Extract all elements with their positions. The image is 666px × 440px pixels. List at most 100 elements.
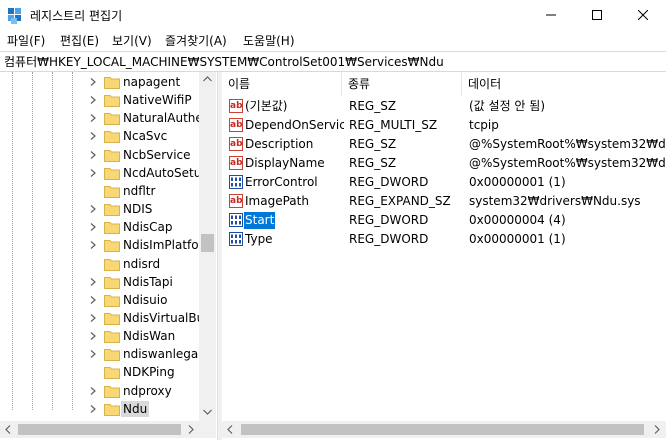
values-horizontal-scrollbar[interactable]	[222, 421, 666, 438]
column-header-name[interactable]: 이름	[222, 72, 342, 96]
menu-help[interactable]: 도움말(H)	[243, 33, 295, 49]
tree-item[interactable]: NdisCap	[88, 218, 213, 236]
tree-item[interactable]: NativeWifiP	[88, 91, 213, 109]
value-name: Start	[244, 212, 276, 229]
chevron-right-icon[interactable]	[88, 150, 98, 160]
chevron-right-icon[interactable]	[88, 404, 98, 414]
tree-item-label: NDKPing	[123, 365, 175, 380]
value-row[interactable]: ab Description REG_SZ @%SystemRoot%₩system3…	[222, 135, 666, 154]
tree-item[interactable]: NcbService	[88, 146, 213, 164]
value-data: @%SystemRoot%₩system32₩drivers	[469, 137, 666, 151]
tree-item[interactable]: NaturalAuthen	[88, 109, 213, 127]
value-data: 0x00000001 (1)	[469, 175, 566, 189]
chevron-right-icon[interactable]	[88, 386, 98, 396]
chevron-right-icon[interactable]	[88, 222, 98, 232]
column-header-data[interactable]: 데이터	[462, 72, 666, 96]
tree-item-label: NcbService	[123, 147, 191, 162]
binary-value-icon	[229, 213, 243, 227]
value-row[interactable]: Type REG_DWORD 0x00000001 (1)	[222, 230, 666, 249]
tree-item[interactable]: Ndisuio	[88, 291, 213, 309]
scroll-right-icon[interactable]	[188, 425, 194, 434]
chevron-right-icon[interactable]	[88, 168, 98, 178]
value-type: REG_SZ	[349, 99, 397, 113]
tree-item[interactable]: NdisImPlatform	[88, 236, 215, 254]
chevron-right-icon[interactable]	[88, 240, 98, 250]
value-type: REG_EXPAND_SZ	[349, 194, 451, 208]
value-row[interactable]: ab ImagePath REG_EXPAND_SZ system32₩drivers…	[222, 192, 666, 211]
tree-item-label: Ndisuio	[123, 292, 168, 307]
value-row[interactable]: ab DependOnService REG_MULTI_SZ tcpip	[222, 116, 666, 135]
value-type: REG_MULTI_SZ	[349, 118, 438, 132]
value-type: REG_SZ	[349, 137, 397, 151]
address-path[interactable]: 컴퓨터₩HKEY_LOCAL_MACHINE₩SYSTEM₩ControlSet…	[4, 54, 444, 70]
chevron-right-icon[interactable]	[88, 313, 98, 323]
folder-icon	[104, 331, 120, 344]
maximize-button[interactable]	[574, 0, 620, 31]
value-data: system32₩drivers₩Ndu.sys	[469, 194, 641, 208]
folder-icon	[104, 77, 120, 89]
value-row[interactable]: ErrorControl REG_DWORD 0x00000001 (1)	[222, 173, 666, 192]
menu-edit[interactable]: 편집(E)	[60, 33, 99, 49]
tree-item[interactable]: ndiswanlegacy	[88, 345, 213, 363]
registry-editor-icon	[8, 8, 21, 24]
close-button[interactable]	[620, 0, 666, 31]
values-hscroll-thumb[interactable]	[241, 424, 644, 435]
chevron-right-icon[interactable]	[88, 95, 98, 105]
address-bar[interactable]: 컴퓨터₩HKEY_LOCAL_MACHINE₩SYSTEM₩ControlSet…	[0, 51, 666, 72]
minimize-button[interactable]	[528, 0, 574, 31]
scroll-down-icon[interactable]	[203, 409, 212, 415]
string-value-icon: ab	[229, 156, 243, 170]
tree-item[interactable]: NcdAutoSetup	[88, 164, 213, 182]
tree-item-label: ndisrd	[123, 256, 161, 271]
tree-item[interactable]: NdisTapi	[88, 273, 213, 291]
tree-item-label: ndfltr	[123, 183, 156, 198]
folder-icon	[104, 403, 120, 416]
scroll-up-icon[interactable]	[203, 76, 212, 82]
chevron-right-icon[interactable]	[88, 131, 98, 141]
menu-bar: 파일(F) 편집(E) 보기(V) 즐겨찾기(A) 도움말(H)	[0, 31, 666, 51]
values-list-pane[interactable]: 이름 종류 데이터 ab (기본값) REG_SZ (값 설정 안 됨) ab Depen…	[222, 72, 666, 440]
tree-item[interactable]: NcaSvc	[88, 127, 213, 145]
tree-item[interactable]: NdisVirtualBus	[88, 309, 213, 327]
tree-item[interactable]: Ndu	[88, 400, 213, 418]
tree-item-label: NcaSvc	[123, 129, 168, 144]
chevron-right-icon[interactable]	[88, 204, 98, 214]
tree-vertical-scrollbar[interactable]	[199, 72, 216, 421]
scroll-left-icon[interactable]	[227, 425, 233, 434]
tree-item-label: NdisTapi	[123, 274, 173, 289]
value-row[interactable]: Start REG_DWORD 0x00000004 (4)	[222, 211, 666, 230]
tree-item[interactable]: ndproxy	[88, 382, 213, 400]
tree-item[interactable]: ndfltr	[88, 182, 213, 200]
string-value-icon: ab	[229, 99, 243, 113]
tree-item[interactable]: napagent	[88, 73, 213, 91]
tree-item-label: NcdAutoSetup	[123, 165, 209, 180]
tree-item[interactable]: NDIS	[88, 200, 213, 218]
menu-view[interactable]: 보기(V)	[112, 33, 152, 49]
tree-horizontal-scrollbar[interactable]	[0, 421, 199, 438]
chevron-right-icon[interactable]	[88, 331, 98, 341]
tree-item[interactable]: NdisWan	[88, 327, 213, 345]
binary-value-icon	[229, 232, 243, 246]
folder-icon	[104, 385, 120, 398]
tree-item[interactable]: ndisrd	[88, 255, 213, 273]
scroll-right-icon[interactable]	[654, 425, 660, 434]
chevron-right-icon[interactable]	[88, 77, 98, 87]
column-header-type[interactable]: 종류	[342, 72, 462, 96]
chevron-right-icon[interactable]	[88, 277, 98, 287]
folder-icon	[104, 131, 120, 144]
chevron-right-icon[interactable]	[88, 349, 98, 359]
value-row[interactable]: ab DisplayName REG_SZ @%SystemRoot%₩system3…	[222, 154, 666, 173]
value-data: 0x00000001 (1)	[469, 232, 566, 246]
chevron-right-icon[interactable]	[88, 295, 98, 305]
tree-item[interactable]: NDKPing	[88, 363, 213, 381]
key-tree-pane[interactable]: napagent NativeWifiP NaturalAuthen NcaSvc Nc…	[0, 72, 217, 440]
menu-favorites[interactable]: 즐겨찾기(A)	[165, 33, 227, 49]
menu-file[interactable]: 파일(F)	[7, 33, 45, 49]
scroll-left-icon[interactable]	[5, 425, 11, 434]
tree-scroll-thumb[interactable]	[201, 234, 214, 252]
value-type: REG_DWORD	[349, 232, 429, 246]
chevron-right-icon[interactable]	[88, 113, 98, 123]
tree-hscroll-thumb[interactable]	[18, 424, 181, 435]
folder-icon	[104, 312, 120, 325]
value-row[interactable]: ab (기본값) REG_SZ (값 설정 안 됨)	[222, 97, 666, 116]
